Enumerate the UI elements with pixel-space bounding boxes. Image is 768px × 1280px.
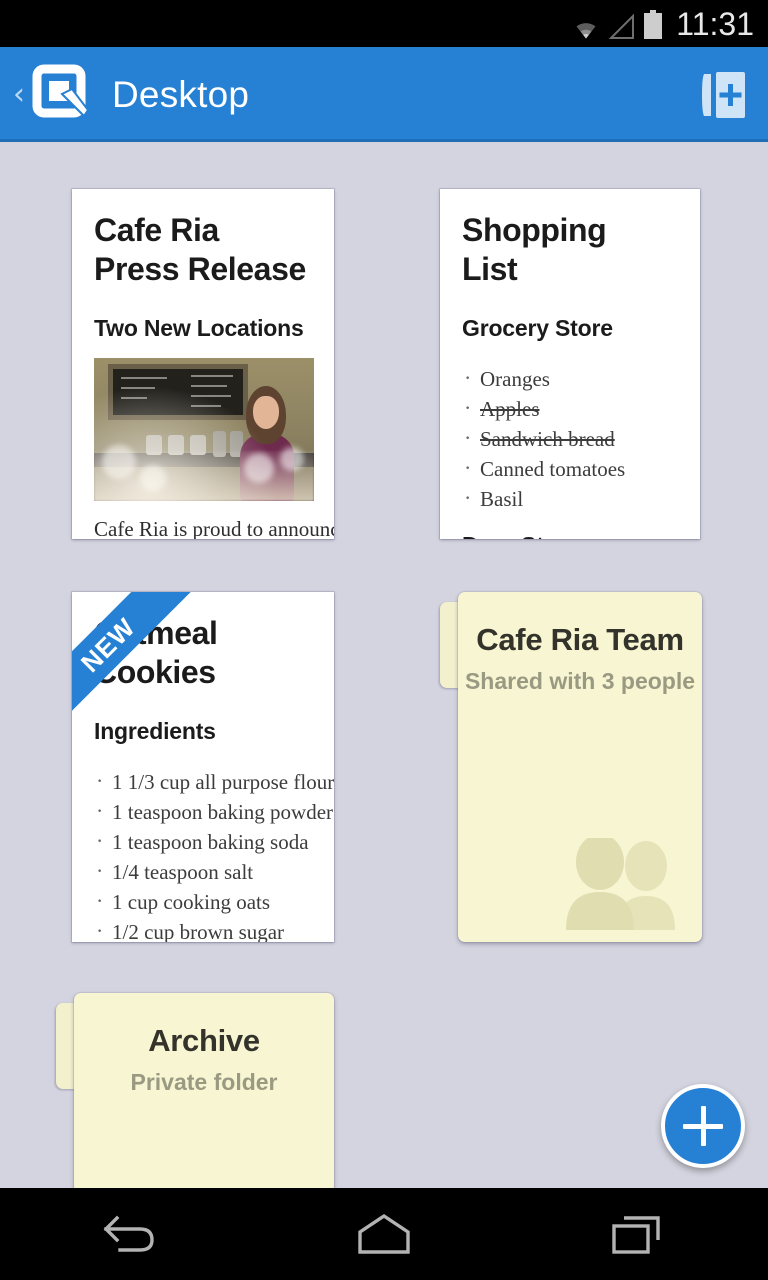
list-item: 1 cup cooking oats xyxy=(94,886,312,917)
document-body-text: Cafe Ria is proud to announce xyxy=(94,517,334,539)
people-icon xyxy=(566,838,675,930)
document-title: Shopping List xyxy=(462,212,607,288)
list-item: 1/4 teaspoon salt xyxy=(94,856,312,887)
folder-title: Cafe Ria Team xyxy=(476,622,684,657)
folder-subtitle: Private folder xyxy=(130,1069,278,1095)
back-chevron-icon[interactable]: ‹ xyxy=(8,79,30,110)
document-card-cafe-ria-press-release[interactable]: Cafe Ria Press Release Two New Locations xyxy=(72,189,334,539)
folder-card-cafe-ria-team[interactable]: Cafe Ria Team Shared with 3 people xyxy=(440,592,702,942)
new-folder-icon xyxy=(702,71,745,118)
android-back-button[interactable] xyxy=(0,1188,256,1280)
ingredients-list: 1 1/3 cup all purpose flour 1 teaspoon b… xyxy=(94,766,334,942)
list-item: 1 teaspoon baking powder xyxy=(94,796,333,827)
document-subtitle: Two New Locations xyxy=(94,315,304,342)
folder-body: Cafe Ria Team Shared with 3 people xyxy=(458,592,702,942)
list-item: Canned tomatoes xyxy=(462,453,678,484)
status-bar-icons xyxy=(571,8,663,40)
list-item: Apples xyxy=(462,393,678,424)
folder-title: Archive xyxy=(148,1023,260,1058)
list-item: 1 1/3 cup all purpose flour xyxy=(94,766,334,797)
phone-screen: 11:31 ‹ Desktop Cafe Ria Press Release T… xyxy=(0,0,768,1280)
android-recents-button[interactable] xyxy=(512,1188,768,1280)
folder-subtitle: Shared with 3 people xyxy=(464,668,696,694)
status-bar-clock: 11:31 xyxy=(676,5,754,42)
page-title: Desktop xyxy=(112,73,250,115)
recents-icon xyxy=(612,1216,660,1254)
back-arrow-icon xyxy=(103,1215,154,1252)
list-item: 1 teaspoon baking soda xyxy=(94,826,312,857)
cellular-signal-icon xyxy=(608,13,635,39)
list-item: 1/2 cup brown sugar xyxy=(94,916,312,942)
desktop-canvas: Cafe Ria Press Release Two New Locations xyxy=(0,145,768,1193)
document-subtitle: Grocery Store xyxy=(462,315,613,342)
document-card-shopping-list[interactable]: Shopping List Grocery Store Oranges Appl… xyxy=(440,189,700,539)
press-release-photo xyxy=(94,358,314,502)
list-item: Oranges xyxy=(462,363,678,394)
quip-logo[interactable] xyxy=(32,64,94,126)
shopping-list-items: Oranges Apples Sandwich bread Canned tom… xyxy=(462,363,678,514)
create-new-document-button[interactable] xyxy=(661,1084,745,1168)
document-next-section: Drug Store xyxy=(462,532,678,539)
document-title: Cafe Ria Press Release xyxy=(94,212,306,288)
app-bar: ‹ Desktop xyxy=(0,47,768,142)
folder-body: Archive Private folder xyxy=(74,993,334,1193)
list-item: Sandwich bread xyxy=(462,423,678,454)
battery-icon xyxy=(644,9,663,39)
android-home-button[interactable] xyxy=(256,1188,512,1280)
new-folder-button[interactable] xyxy=(686,47,762,142)
android-navigation-bar xyxy=(0,1188,768,1280)
document-subtitle: Ingredients xyxy=(94,718,216,745)
home-icon xyxy=(358,1213,410,1254)
list-item: Basil xyxy=(462,483,678,514)
status-bar: 11:31 xyxy=(0,0,768,47)
folder-card-archive[interactable]: Archive Private folder xyxy=(56,993,334,1193)
wifi-icon xyxy=(576,22,596,38)
document-card-oatmeal-cookies[interactable]: Oatmeal Cookies Ingredients 1 1/3 cup al… xyxy=(72,592,334,942)
